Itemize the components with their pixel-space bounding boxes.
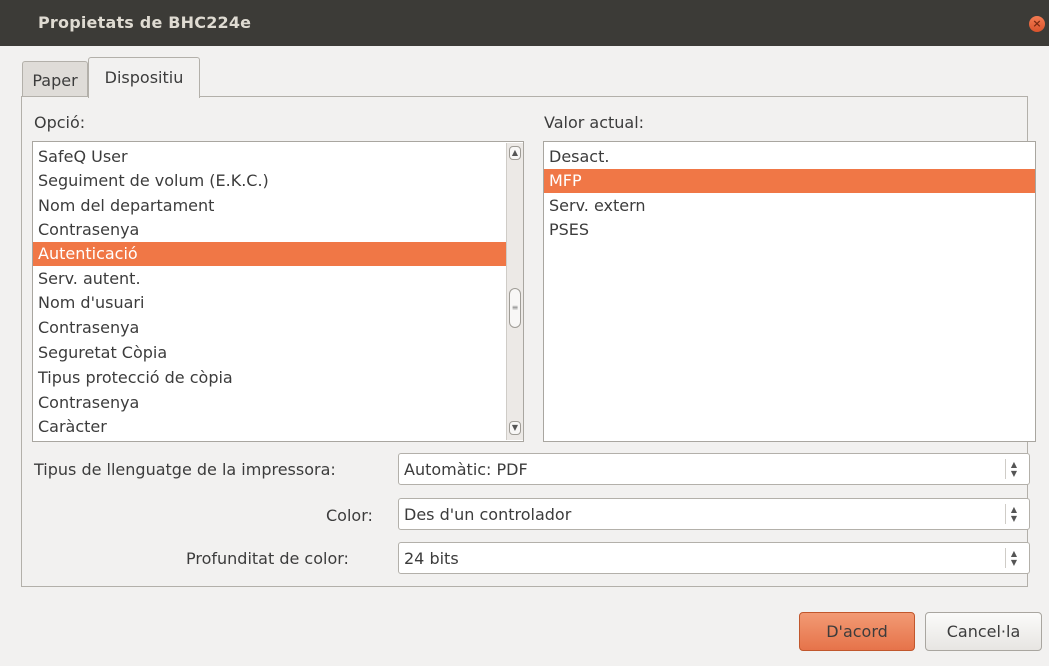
title-bar: Propietats de BHC224e × xyxy=(0,0,1049,46)
list-item[interactable]: Caràcter xyxy=(33,415,523,439)
list-item[interactable]: Contrasenya xyxy=(33,218,523,242)
color-value: Des d'un controlador xyxy=(404,505,572,524)
list-item[interactable]: Desact. xyxy=(544,145,1035,169)
list-item-selected[interactable]: Autenticació xyxy=(33,242,506,266)
list-item[interactable]: Nom d'usuari xyxy=(33,291,523,315)
scroll-down-icon[interactable]: ▼ xyxy=(509,421,521,435)
list-item[interactable]: Contrasenya xyxy=(33,391,523,415)
list-item[interactable]: Serv. autent. xyxy=(33,267,523,291)
scroll-thumb[interactable]: ≡ xyxy=(509,288,521,328)
tab-paper[interactable]: Paper xyxy=(22,61,88,97)
tab-paper-label: Paper xyxy=(32,71,78,90)
spin-arrows-icon: ▲ ▼ xyxy=(1005,459,1022,479)
printer-language-value: Automàtic: PDF xyxy=(404,460,528,479)
options-list[interactable]: SafeQ User Seguiment de volum (E.K.C.) N… xyxy=(32,141,524,442)
list-item-selected[interactable]: MFP xyxy=(544,169,1035,193)
close-icon[interactable]: × xyxy=(1029,16,1045,32)
color-depth-label: Profunditat de color: xyxy=(186,549,349,568)
printer-language-select[interactable]: Automàtic: PDF ▲ ▼ xyxy=(398,453,1030,485)
color-label: Color: xyxy=(326,506,373,525)
color-select[interactable]: Des d'un controlador ▲ ▼ xyxy=(398,498,1030,530)
printer-language-label: Tipus de llenguatge de la impressora: xyxy=(34,460,336,479)
scroll-up-icon[interactable]: ▲ xyxy=(509,146,521,160)
options-scrollbar[interactable]: ▲ ≡ ▼ xyxy=(506,143,523,440)
spin-arrows-icon: ▲ ▼ xyxy=(1005,504,1022,524)
list-item[interactable]: Seguretat Còpia xyxy=(33,341,523,365)
list-item[interactable]: Contrasenya xyxy=(33,316,523,340)
color-depth-select[interactable]: 24 bits ▲ ▼ xyxy=(398,542,1030,574)
spin-arrows-icon: ▲ ▼ xyxy=(1005,548,1022,568)
options-label: Opció: xyxy=(34,113,86,132)
window-title: Propietats de BHC224e xyxy=(38,13,252,32)
cancel-button[interactable]: Cancel·la xyxy=(925,612,1042,651)
tab-dispositiu[interactable]: Dispositiu xyxy=(88,57,200,98)
color-depth-value: 24 bits xyxy=(404,549,459,568)
values-list[interactable]: Desact. MFP Serv. extern PSES xyxy=(543,141,1036,442)
list-item[interactable]: Nom del departament xyxy=(33,194,523,218)
list-item[interactable]: Serv. extern xyxy=(544,194,1035,218)
current-value-label: Valor actual: xyxy=(544,113,645,132)
list-item[interactable]: PSES xyxy=(544,218,1035,242)
ok-button[interactable]: D'acord xyxy=(799,612,915,651)
tab-dispositiu-label: Dispositiu xyxy=(104,68,184,87)
list-item[interactable]: Seguiment de volum (E.K.C.) xyxy=(33,169,523,193)
list-item[interactable]: Tipus protecció de còpia xyxy=(33,366,523,390)
list-item[interactable]: SafeQ User xyxy=(33,145,523,169)
